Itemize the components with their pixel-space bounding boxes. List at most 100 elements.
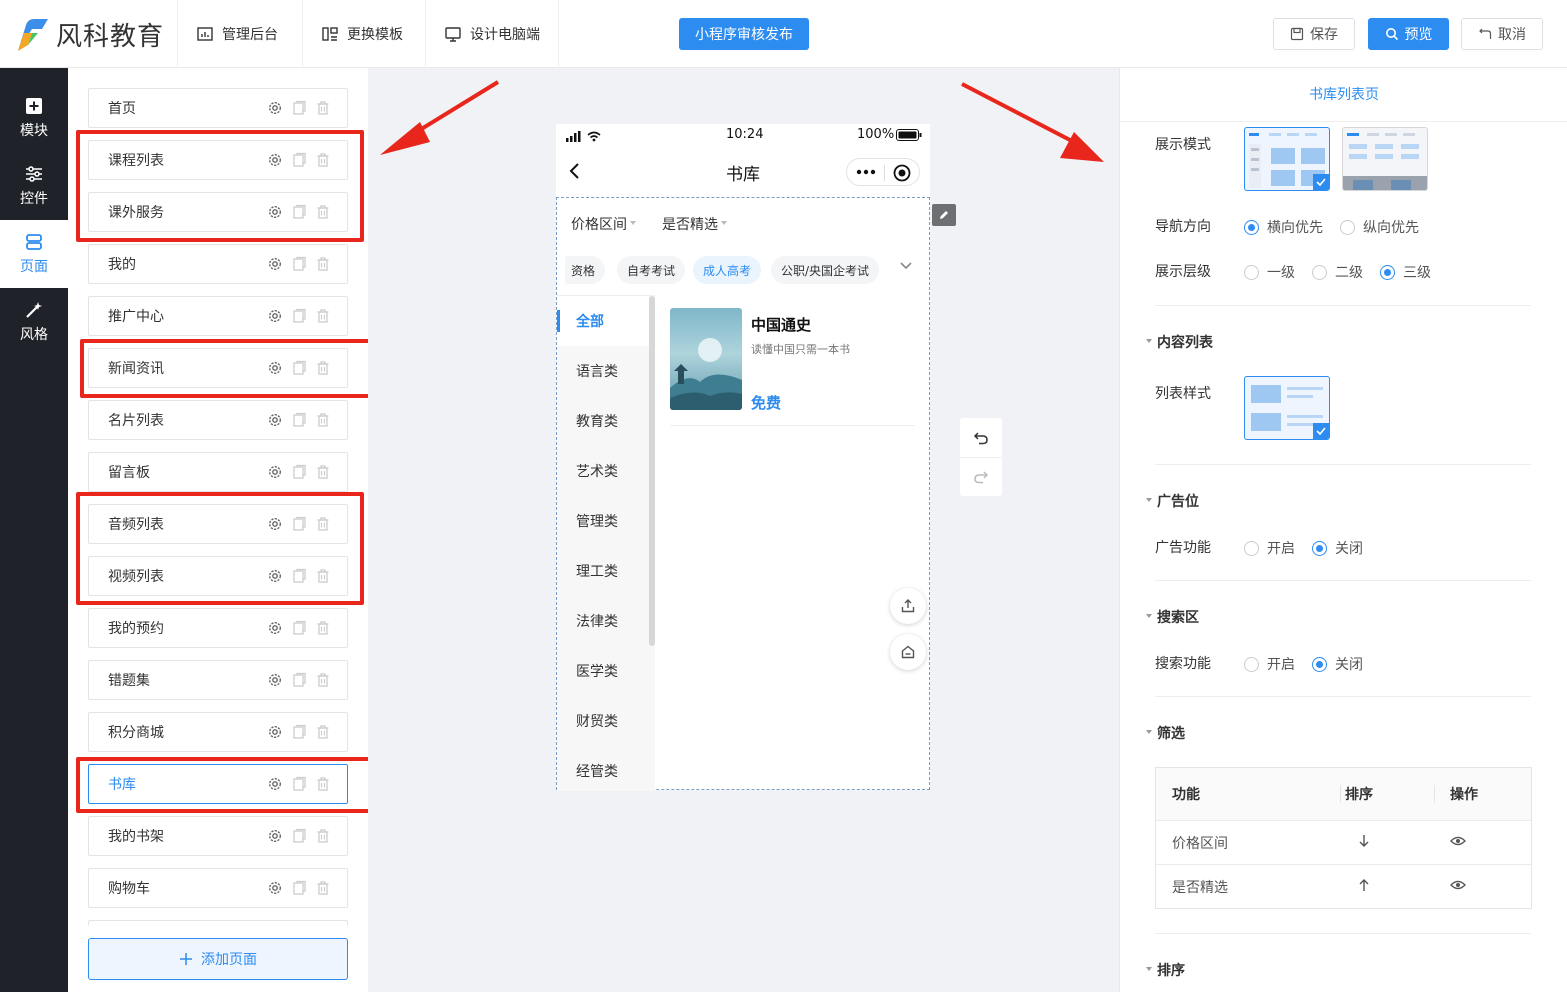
category-item[interactable]: 经管类 <box>557 746 649 796</box>
chip-item[interactable]: 公职/央国企考试 <box>771 256 880 284</box>
section-filter[interactable]: 筛选 <box>1146 723 1185 743</box>
sidebar-item-pages[interactable]: 页面 <box>0 220 68 288</box>
list-style-option-1[interactable] <box>1244 376 1330 440</box>
nav-admin[interactable]: 管理后台 <box>177 0 296 68</box>
copy-icon[interactable] <box>291 464 307 484</box>
section-sort[interactable]: 排序 <box>1146 960 1185 980</box>
undo-button[interactable] <box>960 418 1002 457</box>
category-item[interactable]: 全部 <box>557 296 649 346</box>
add-page-button[interactable]: 添加页面 <box>88 938 348 980</box>
gear-icon[interactable] <box>267 100 283 120</box>
page-list-item[interactable]: 错题集 <box>88 660 348 700</box>
copy-icon[interactable] <box>291 256 307 276</box>
radio-search-on[interactable]: 开启 <box>1244 654 1295 674</box>
page-list-item[interactable]: 留言板 <box>88 452 348 492</box>
selected-component-zone[interactable]: 价格区间 是否精选 资格 自考考试 成人高考 公职/央国企考试 全部 语言类 教育类… <box>556 197 930 791</box>
trash-icon[interactable] <box>315 672 331 692</box>
eye-icon[interactable] <box>1450 879 1466 895</box>
trash-icon[interactable] <box>315 880 331 900</box>
page-list-item[interactable]: 积分商城 <box>88 712 348 752</box>
page-list-item[interactable]: 推广中心 <box>88 296 348 336</box>
category-scrollbar[interactable] <box>649 296 655 646</box>
radio-ad-on[interactable]: 开启 <box>1244 538 1295 558</box>
category-item[interactable]: 语言类 <box>557 346 649 396</box>
radio-ad-off[interactable]: 关闭 <box>1312 538 1363 558</box>
trash-icon[interactable] <box>315 464 331 484</box>
radio-search-off[interactable]: 关闭 <box>1312 654 1363 674</box>
page-list-item[interactable]: 我的 <box>88 244 348 284</box>
filter-featured[interactable]: 是否精选 <box>662 214 727 234</box>
radio-nav-vertical[interactable]: 纵向优先 <box>1340 217 1419 237</box>
gear-icon[interactable] <box>267 412 283 432</box>
chip-item[interactable]: 资格 <box>565 256 606 284</box>
copy-icon[interactable] <box>291 308 307 328</box>
section-content-list[interactable]: 内容列表 <box>1146 332 1213 352</box>
category-item[interactable]: 医学类 <box>557 646 649 696</box>
copy-icon[interactable] <box>291 880 307 900</box>
copy-icon[interactable] <box>291 828 307 848</box>
gear-icon[interactable] <box>267 880 283 900</box>
gear-icon[interactable] <box>267 464 283 484</box>
display-mode-option-2[interactable] <box>1342 127 1428 191</box>
nav-template[interactable]: 更换模板 <box>302 0 421 68</box>
gear-icon[interactable] <box>267 620 283 640</box>
preview-button[interactable]: 预览 <box>1368 18 1449 50</box>
trash-icon[interactable] <box>315 828 331 848</box>
page-list-item[interactable]: 购物车 <box>88 868 348 908</box>
copy-icon[interactable] <box>291 412 307 432</box>
trash-icon[interactable] <box>315 412 331 432</box>
save-button[interactable]: 保存 <box>1273 18 1355 50</box>
sidebar-item-modules[interactable]: 模块 <box>0 84 68 152</box>
gear-icon[interactable] <box>267 724 283 744</box>
edit-component-button[interactable] <box>932 204 956 226</box>
trash-icon[interactable] <box>315 308 331 328</box>
eye-icon[interactable] <box>1450 835 1466 851</box>
category-item[interactable]: 教育类 <box>557 396 649 446</box>
close-circle-icon[interactable] <box>893 164 911 182</box>
chip-item-active[interactable]: 成人高考 <box>693 256 762 284</box>
page-list-item[interactable]: 首页 <box>88 88 348 128</box>
section-ad[interactable]: 广告位 <box>1146 491 1199 511</box>
trash-icon[interactable] <box>315 256 331 276</box>
mini-program-capsule[interactable] <box>846 158 920 186</box>
filter-price[interactable]: 价格区间 <box>571 214 636 234</box>
trash-icon[interactable] <box>315 100 331 120</box>
arrow-down-icon[interactable] <box>1357 834 1371 852</box>
sidebar-item-style[interactable]: 风格 <box>0 288 68 356</box>
copy-icon[interactable] <box>291 724 307 744</box>
gear-icon[interactable] <box>267 256 283 276</box>
cancel-button[interactable]: 取消 <box>1461 18 1543 50</box>
radio-level-2[interactable]: 二级 <box>1312 262 1363 282</box>
radio-nav-horizontal[interactable]: 横向优先 <box>1244 217 1323 237</box>
page-list-item[interactable]: 我的预约 <box>88 608 348 648</box>
copy-icon[interactable] <box>291 620 307 640</box>
section-search[interactable]: 搜索区 <box>1146 607 1199 627</box>
chevron-down-icon[interactable] <box>899 261 913 271</box>
page-list-item[interactable]: 我的书架 <box>88 816 348 856</box>
book-list-item[interactable]: 中国通史 读懂中国只需一本书 免费 <box>670 308 915 426</box>
share-button[interactable] <box>890 588 926 624</box>
copy-icon[interactable] <box>291 672 307 692</box>
category-item[interactable]: 理工类 <box>557 546 649 596</box>
gear-icon[interactable] <box>267 308 283 328</box>
copy-icon[interactable] <box>291 100 307 120</box>
chip-item[interactable]: 自考考试 <box>617 256 686 284</box>
nav-pc-design[interactable]: 设计电脑端 <box>425 0 559 68</box>
sidebar-item-controls[interactable]: 控件 <box>0 152 68 220</box>
gear-icon[interactable] <box>267 828 283 848</box>
more-dots-icon[interactable] <box>856 168 876 176</box>
redo-button[interactable] <box>960 457 1002 496</box>
trash-icon[interactable] <box>315 620 331 640</box>
home-button[interactable] <box>890 634 926 670</box>
gear-icon[interactable] <box>267 672 283 692</box>
category-item[interactable]: 法律类 <box>557 596 649 646</box>
display-mode-option-1[interactable] <box>1244 127 1330 191</box>
category-item[interactable]: 财贸类 <box>557 696 649 746</box>
category-item[interactable]: 管理类 <box>557 496 649 546</box>
page-list-item[interactable]: 名片列表 <box>88 400 348 440</box>
publish-button[interactable]: 小程序审核发布 <box>679 18 809 50</box>
radio-level-1[interactable]: 一级 <box>1244 262 1295 282</box>
radio-level-3[interactable]: 三级 <box>1380 262 1431 282</box>
arrow-up-icon[interactable] <box>1357 878 1371 896</box>
trash-icon[interactable] <box>315 724 331 744</box>
